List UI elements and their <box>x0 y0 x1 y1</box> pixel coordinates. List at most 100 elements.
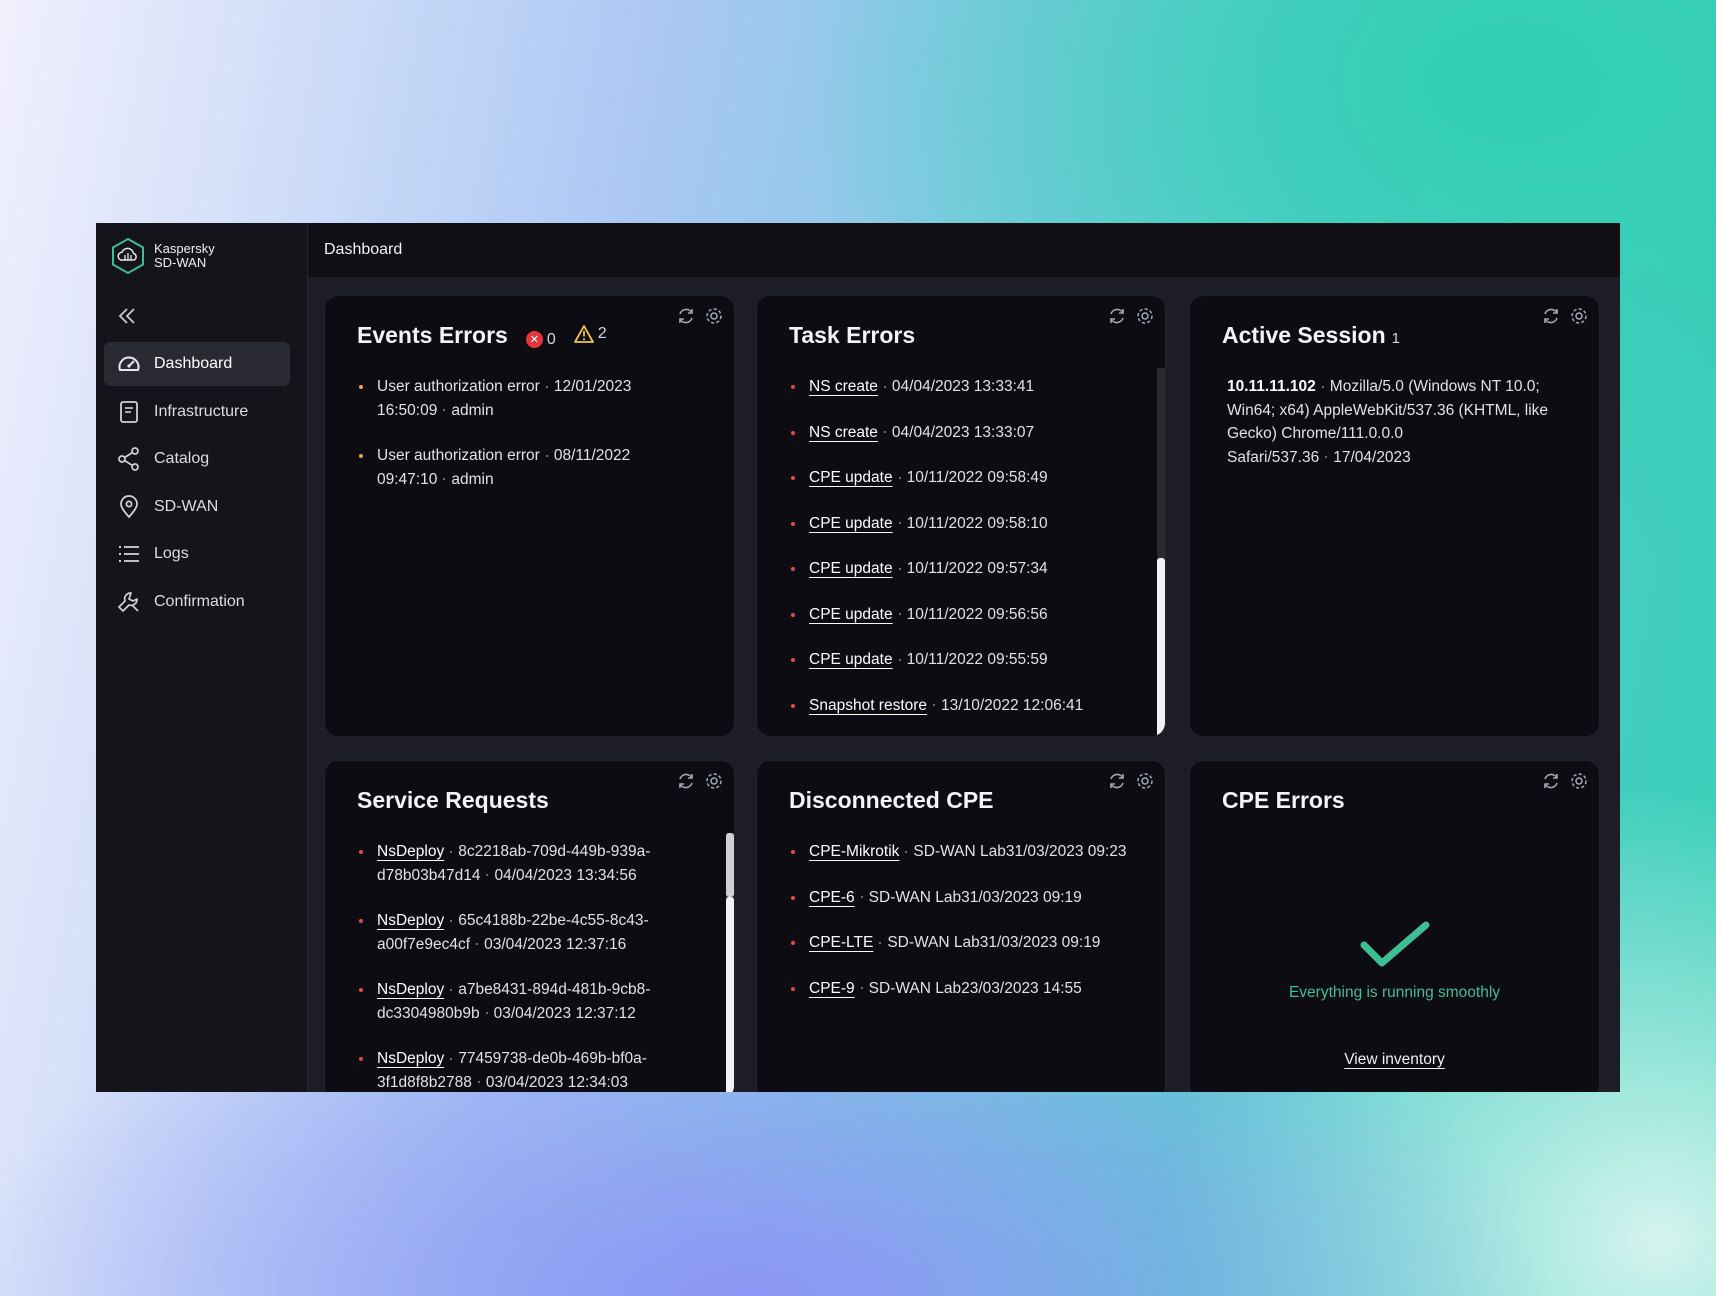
wrench-icon <box>118 591 139 612</box>
task-timestamp: 04/04/2023 13:33:07 <box>891 423 1035 441</box>
service-requests-card: Service Requests NsDeploy 8c2218ab-709d-4… <box>324 760 735 1092</box>
card-title-text: Service Requests <box>357 787 549 813</box>
document-icon <box>120 400 138 423</box>
request-id: d78b03b47d14 <box>377 866 481 884</box>
task-link[interactable]: CPE update <box>809 651 893 668</box>
checkmark-icon <box>1360 921 1429 967</box>
session-date: 17/04/2023 <box>1333 448 1411 466</box>
sidebar-item-sd-wan[interactable]: SD-WAN <box>104 485 290 529</box>
task-link[interactable]: CPE update <box>809 515 893 532</box>
sidebar-item-label: Infrastructure <box>154 402 249 420</box>
cpe-link[interactable]: CPE-9 <box>809 980 855 997</box>
request-timestamp: 03/04/2023 12:37:16 <box>484 935 627 953</box>
card-title: Task Errors <box>789 322 915 349</box>
settings-gear-icon[interactable] <box>704 306 724 326</box>
brand-product: SD-WAN <box>154 255 207 270</box>
list-item: CPE-Mikrotik SD-WAN Lab31/03/2023 09:23 <box>789 840 1145 864</box>
settings-gear-icon[interactable] <box>1135 771 1155 791</box>
list-item: NS create 04/04/2023 13:33:07 <box>789 421 1145 445</box>
share-icon <box>118 447 139 471</box>
card-title: Service Requests <box>357 787 549 814</box>
task-link[interactable]: NS create <box>809 378 878 395</box>
request-link[interactable]: NsDeploy <box>377 981 444 998</box>
list-item: NsDeploy a7be8431-894d-481b-9cb8- dc33049… <box>357 978 714 1025</box>
cpe-list: CPE-Mikrotik SD-WAN Lab31/03/2023 09:23 C… <box>789 840 1145 1000</box>
request-timestamp: 04/04/2023 13:34:56 <box>494 866 637 884</box>
sidebar-item-logs[interactable]: Logs <box>104 532 290 576</box>
brand-logo[interactable]: Kaspersky SD-WAN <box>110 237 215 275</box>
cpe-detail: SD-WAN Lab31/03/2023 09:19 <box>868 888 1082 906</box>
sidebar-item-label: SD-WAN <box>154 497 219 515</box>
location-pin-icon <box>120 494 138 518</box>
active-session-card: Active Session 1 10.11.11.102 Mozilla/5.0… <box>1189 295 1600 737</box>
list-item: CPE update 10/11/2022 09:56:56 <box>789 603 1145 627</box>
request-id: 65c4188b-22be-4c55-8c43- <box>458 912 649 929</box>
collapse-sidebar-icon[interactable] <box>116 305 138 327</box>
scrollbar-thumb[interactable] <box>726 833 734 897</box>
task-link[interactable]: NS create <box>809 424 878 441</box>
cpe-link[interactable]: CPE-6 <box>809 889 855 906</box>
task-link[interactable]: CPE update <box>809 606 893 623</box>
card-title-text: Active Session <box>1222 322 1386 348</box>
card-title-text: CPE Errors <box>1222 787 1345 813</box>
error-x-icon: ✕ <box>525 331 543 348</box>
list-item: NS create 04/04/2023 13:33:41 <box>789 375 1145 399</box>
list-item: NsDeploy 8c2218ab-709d-449b-939a- d78b03b… <box>357 840 714 887</box>
sidebar-item-dashboard[interactable]: Dashboard <box>104 342 290 386</box>
list-icon <box>119 546 139 562</box>
sidebar: Kaspersky SD-WAN Dashboard Infrastructur… <box>96 223 308 1092</box>
task-link[interactable]: CPE update <box>809 469 893 486</box>
request-link[interactable]: NsDeploy <box>377 843 444 860</box>
view-inventory-link[interactable]: View inventory <box>1344 1051 1445 1068</box>
event-user: admin <box>451 401 494 419</box>
refresh-icon[interactable] <box>1107 306 1127 326</box>
brand-name: Kaspersky <box>154 241 215 256</box>
sidebar-item-confirmation[interactable]: Confirmation <box>104 580 290 624</box>
task-timestamp: 10/11/2022 09:57:34 <box>906 560 1048 577</box>
sidebar-item-label: Confirmation <box>154 592 245 610</box>
cpe-detail: SD-WAN Lab31/03/2023 09:23 <box>913 843 1127 860</box>
cpe-link[interactable]: CPE-Mikrotik <box>809 843 899 860</box>
task-link[interactable]: CPE update <box>809 560 893 577</box>
sidebar-item-label: Dashboard <box>154 355 233 372</box>
settings-gear-icon[interactable] <box>704 771 724 791</box>
disconnected-cpe-card: Disconnected CPE CPE-Mikrotik SD-WAN Lab3… <box>756 760 1166 1092</box>
scrollbar-thumb[interactable] <box>1157 558 1165 736</box>
sidebar-item-infrastructure[interactable]: Infrastructure <box>104 390 290 434</box>
request-link[interactable]: NsDeploy <box>377 1050 444 1067</box>
list-item: CPE-9 SD-WAN Lab23/03/2023 14:55 <box>789 977 1145 1001</box>
task-timestamp: 10/11/2022 09:58:49 <box>906 469 1048 486</box>
kaspersky-logo-icon <box>112 237 144 275</box>
session-agent-line: Safari/537.36 <box>1227 448 1320 466</box>
list-item: User authorization error 12/01/2023 16:50… <box>357 375 714 422</box>
settings-gear-icon[interactable] <box>1569 771 1589 791</box>
cpe-detail: SD-WAN Lab23/03/2023 14:55 <box>868 979 1082 997</box>
settings-gear-icon[interactable] <box>1135 306 1155 326</box>
app-window: Kaspersky SD-WAN Dashboard Infrastructur… <box>96 223 1620 1092</box>
refresh-icon[interactable] <box>676 771 696 791</box>
sidebar-item-label: Catalog <box>154 450 210 467</box>
request-id: a7be8431-894d-481b-9cb8- <box>458 981 651 998</box>
top-bar: Dashboard <box>308 223 1620 277</box>
sidebar-item-label: Logs <box>154 545 189 562</box>
task-list: NS create 04/04/2023 13:33:41 NS create 04… <box>789 375 1145 717</box>
refresh-icon[interactable] <box>676 306 696 326</box>
events-errors-card: Events Errors ✕ 0 2 User authorization e… <box>324 295 735 737</box>
task-link[interactable]: Snapshot restore <box>809 697 927 714</box>
events-list: User authorization error 12/01/2023 16:50… <box>357 375 714 491</box>
list-item: Snapshot restore 13/10/2022 12:06:41 <box>789 694 1145 718</box>
list-item: User authorization error 08/11/2022 09:47… <box>357 444 714 491</box>
session-ip: 10.11.11.102 <box>1227 378 1316 395</box>
refresh-icon[interactable] <box>1541 306 1561 326</box>
cpe-link[interactable]: CPE-LTE <box>809 934 873 951</box>
card-title: CPE Errors <box>1222 787 1345 814</box>
refresh-icon[interactable] <box>1107 771 1127 791</box>
refresh-icon[interactable] <box>1541 771 1561 791</box>
gauge-icon <box>118 356 140 371</box>
settings-gear-icon[interactable] <box>1569 306 1589 326</box>
request-link[interactable]: NsDeploy <box>377 912 444 929</box>
list-item: CPE-LTE SD-WAN Lab31/03/2023 09:19 <box>789 931 1145 955</box>
sidebar-item-catalog[interactable]: Catalog <box>104 437 290 481</box>
scrollbar-thumb[interactable] <box>726 897 734 1092</box>
event-time: 09:47:10 <box>377 470 438 488</box>
